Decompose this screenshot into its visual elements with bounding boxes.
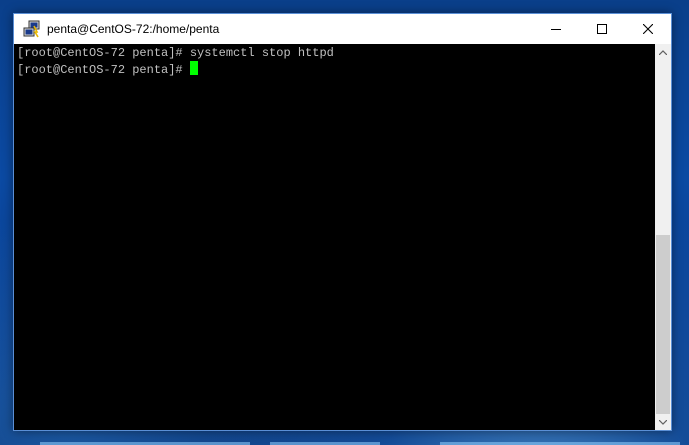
terminal-screen[interactable]: [root@CentOS-72 penta]# systemctl stop h…: [14, 44, 655, 430]
terminal-command: systemctl stop httpd: [189, 46, 334, 60]
putty-icon[interactable]: [23, 20, 41, 38]
maximize-icon: [597, 24, 607, 34]
terminal-prompt: [root@CentOS-72 penta]#: [17, 63, 190, 77]
title-bar[interactable]: penta@CentOS-72:/home/penta: [14, 14, 671, 44]
maximize-button[interactable]: [579, 14, 625, 44]
minimize-icon: [551, 29, 561, 30]
terminal-line: [root@CentOS-72 penta]#: [14, 61, 655, 77]
terminal-line: [root@CentOS-72 penta]# systemctl stop h…: [14, 45, 655, 61]
scrollbar-thumb[interactable]: [656, 235, 670, 414]
chevron-down-icon: [659, 419, 667, 425]
close-icon: [643, 24, 653, 34]
close-button[interactable]: [625, 14, 671, 44]
putty-window[interactable]: penta@CentOS-72:/home/penta [root@CentOS…: [13, 13, 672, 431]
vertical-scrollbar[interactable]: [655, 44, 671, 430]
chevron-up-icon: [659, 49, 667, 55]
terminal-cursor: [189, 61, 198, 75]
terminal-prompt: [root@CentOS-72 penta]#: [17, 46, 190, 60]
scroll-up-button[interactable]: [655, 44, 671, 60]
scroll-down-button[interactable]: [655, 414, 671, 430]
window-controls: [533, 14, 671, 44]
window-title: penta@CentOS-72:/home/penta: [47, 22, 220, 36]
minimize-button[interactable]: [533, 14, 579, 44]
